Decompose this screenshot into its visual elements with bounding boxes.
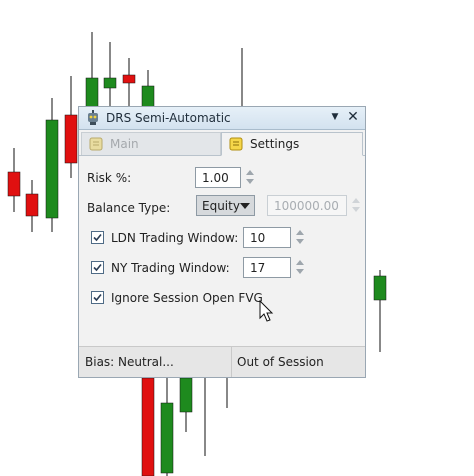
candle: [373, 270, 387, 352]
spin-down-icon[interactable]: [352, 207, 360, 212]
scroll-icon: [229, 137, 243, 151]
bias-status: Bias: Neutral...: [85, 355, 174, 369]
candle: [64, 76, 78, 178]
risk-value: 1.00: [202, 171, 229, 185]
tab-main-label: Main: [110, 137, 139, 151]
close-x-icon[interactable]: ✕: [345, 109, 361, 125]
risk-label: Risk %:: [87, 171, 132, 185]
ny-input[interactable]: 17: [243, 257, 291, 278]
candle: [25, 180, 39, 232]
ldn-value: 10: [250, 231, 266, 245]
chevron-down-icon: [240, 203, 250, 209]
candle: [103, 42, 117, 108]
candle: [141, 377, 155, 476]
checkmark-icon: [93, 293, 102, 302]
candle: [7, 148, 21, 212]
tab-strip: Main Settings: [79, 129, 365, 156]
ldn-input[interactable]: 10: [243, 227, 291, 248]
candle: [160, 378, 174, 476]
candle: [85, 32, 99, 109]
status-bar: Bias: Neutral... Out of Session: [79, 346, 365, 377]
ldn-checkbox[interactable]: [91, 231, 104, 244]
ny-spinner[interactable]: [295, 257, 305, 277]
scroll-icon: [89, 137, 103, 151]
balance-amount-value: 100000.00: [274, 199, 339, 213]
checkmark-icon: [93, 233, 102, 242]
candle: [122, 58, 136, 108]
ignore-fvg-checkbox[interactable]: [91, 291, 104, 304]
ny-checkbox[interactable]: [91, 261, 104, 274]
ldn-label: LDN Trading Window:: [111, 231, 239, 245]
spin-up-icon[interactable]: [296, 230, 304, 235]
spin-up-icon[interactable]: [246, 170, 254, 175]
window-title: DRS Semi-Automatic: [106, 111, 231, 125]
balance-type-select[interactable]: Equity: [196, 195, 255, 216]
balance-amount-input[interactable]: 100000.00: [267, 195, 347, 216]
risk-spinner[interactable]: [245, 167, 255, 187]
spin-up-icon[interactable]: [352, 198, 360, 203]
spin-down-icon[interactable]: [246, 179, 254, 184]
mouse-cursor-icon: [259, 300, 274, 322]
title-bar[interactable]: DRS Semi-Automatic ▼ ✕: [79, 107, 365, 130]
spin-down-icon[interactable]: [296, 269, 304, 274]
candle: [45, 98, 59, 232]
ny-label: NY Trading Window:: [111, 261, 230, 275]
candle: [179, 377, 193, 432]
session-status: Out of Session: [237, 355, 324, 369]
ny-value: 17: [250, 261, 266, 275]
drs-panel: DRS Semi-Automatic ▼ ✕ Main Settings Ris…: [78, 106, 366, 378]
risk-input[interactable]: 1.00: [195, 167, 241, 188]
spin-down-icon[interactable]: [296, 239, 304, 244]
pin-triangle-icon[interactable]: ▼: [327, 109, 343, 125]
spin-up-icon[interactable]: [296, 260, 304, 265]
tab-settings-label: Settings: [250, 137, 300, 151]
ignore-fvg-label: Ignore Session Open FVG: [111, 291, 263, 305]
candle: [141, 70, 155, 109]
balance-type-value: Equity: [202, 199, 240, 213]
tab-settings[interactable]: Settings: [221, 132, 363, 156]
tab-main[interactable]: Main: [81, 132, 221, 155]
balance-type-label: Balance Type:: [87, 201, 171, 215]
ldn-spinner[interactable]: [295, 227, 305, 247]
robot-logo-icon: [88, 110, 98, 125]
balance-spinner[interactable]: [351, 195, 361, 215]
checkmark-icon: [93, 263, 102, 272]
status-divider: [231, 347, 232, 377]
